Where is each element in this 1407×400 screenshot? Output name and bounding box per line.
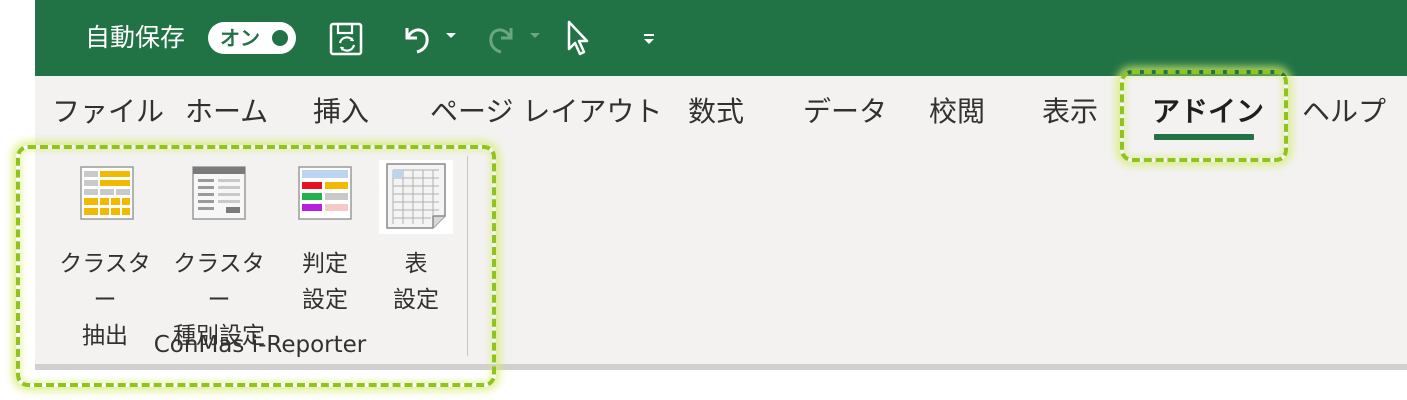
tab-help[interactable]: ヘルプ <box>1302 92 1386 132</box>
title-bar: 自動保存 オン <box>35 0 1407 76</box>
tab-view[interactable]: 表示 <box>1042 92 1098 132</box>
tab-formulas[interactable]: 数式 <box>688 92 744 132</box>
autosave-toggle-text: オン <box>220 26 260 50</box>
customize-qat-icon[interactable] <box>639 28 659 48</box>
addin-group-highlight <box>16 145 496 387</box>
autosave-label: 自動保存 <box>85 23 186 52</box>
tab-insert[interactable]: 挿入 <box>313 92 369 132</box>
undo-dropdown-icon[interactable] <box>443 28 459 44</box>
redo-dropdown-icon[interactable] <box>527 28 543 44</box>
save-sync-icon[interactable] <box>327 20 367 60</box>
addins-tab-highlight <box>1120 70 1288 162</box>
autosave-toggle[interactable]: オン <box>208 22 296 54</box>
undo-icon[interactable] <box>397 18 437 58</box>
select-cursor-icon[interactable] <box>561 18 597 58</box>
tab-page-layout[interactable]: ページ レイアウト <box>430 92 662 132</box>
tab-home[interactable]: ホーム <box>185 92 268 132</box>
redo-icon[interactable] <box>481 18 521 58</box>
toggle-knob <box>272 30 288 46</box>
tab-file[interactable]: ファイル <box>52 92 164 132</box>
tab-data[interactable]: データ <box>803 92 887 132</box>
tab-review[interactable]: 校閲 <box>929 92 985 132</box>
